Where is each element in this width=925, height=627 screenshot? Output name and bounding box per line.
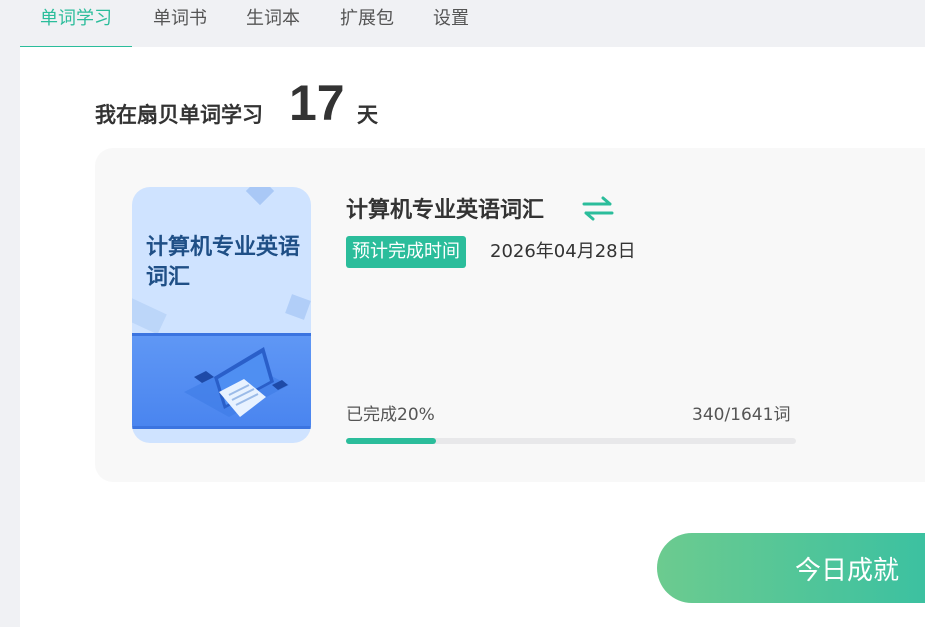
cover-decoration bbox=[285, 294, 311, 320]
book-title-row: 计算机专业英语词汇 bbox=[346, 192, 614, 223]
progress-count: 340/1641词 bbox=[692, 405, 791, 425]
estimated-finish-date: 2026年04月28日 bbox=[490, 241, 636, 262]
tab-wordbooks[interactable]: 单词书 bbox=[140, 0, 220, 46]
swap-arrows-icon[interactable] bbox=[582, 195, 614, 221]
computer-illustration-icon bbox=[184, 347, 289, 417]
heading-suffix: 天 bbox=[357, 103, 378, 127]
tab-extensions[interactable]: 扩展包 bbox=[328, 0, 406, 46]
today-achievement-label: 今日成就 bbox=[795, 556, 900, 586]
current-book-card[interactable]: 计算机专业英语词汇 计算机专业英语词汇 预计完成时间 2026年04月28日 已… bbox=[95, 148, 925, 482]
cover-decoration bbox=[245, 187, 275, 206]
estimated-finish-badge: 预计完成时间 bbox=[346, 236, 466, 268]
heading-prefix: 我在扇贝单词学习 bbox=[95, 103, 263, 127]
book-title: 计算机专业英语词汇 bbox=[346, 198, 545, 223]
progress-fill bbox=[346, 438, 436, 444]
tab-vocab-notebook[interactable]: 生词本 bbox=[234, 0, 312, 46]
progress-label: 已完成20% bbox=[346, 405, 435, 425]
tab-bar: 单词学习 单词书 生词本 扩展包 设置 bbox=[20, 0, 925, 48]
today-achievement-button[interactable]: 今日成就 bbox=[657, 533, 925, 603]
book-cover[interactable]: 计算机专业英语词汇 bbox=[132, 187, 311, 443]
cover-title: 计算机专业英语词汇 bbox=[146, 235, 301, 290]
tab-settings[interactable]: 设置 bbox=[422, 0, 480, 46]
tab-word-study[interactable]: 单词学习 bbox=[20, 0, 132, 48]
study-days-count: 17 bbox=[289, 75, 345, 131]
cover-decoration bbox=[132, 297, 167, 335]
progress-track bbox=[346, 438, 796, 444]
main-panel: 我在扇贝单词学习 17 天 计算机专业英语词汇 计算机专业英语词汇 预计完成时间… bbox=[20, 47, 925, 627]
